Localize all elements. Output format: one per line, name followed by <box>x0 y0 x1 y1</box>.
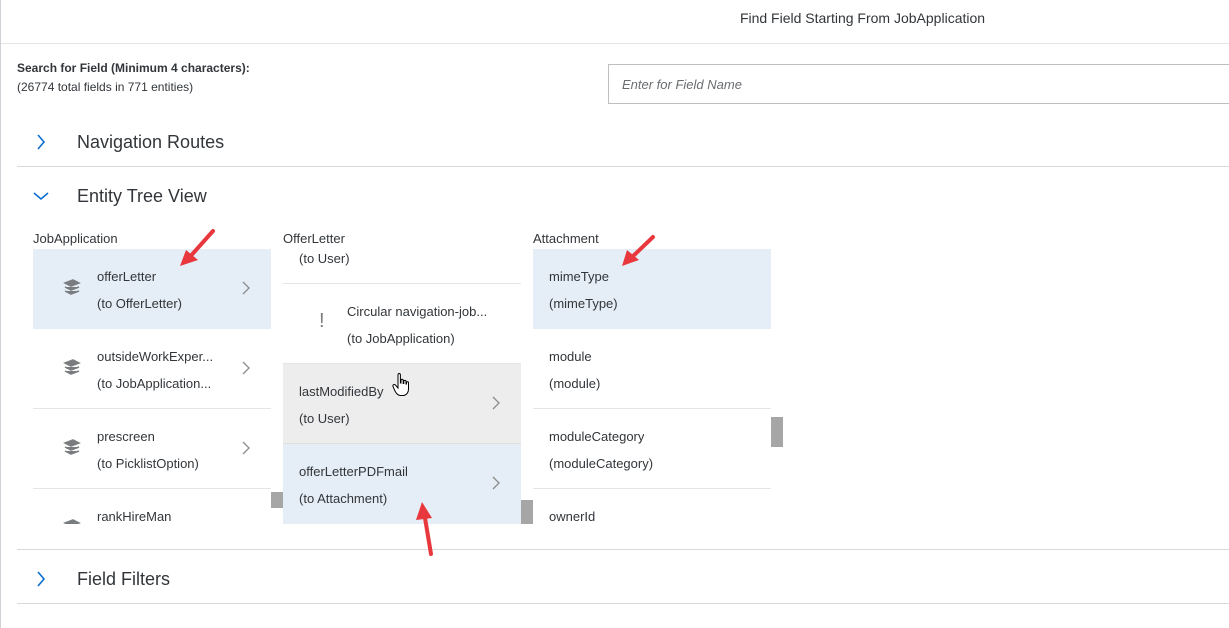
annotation-arrow-icon <box>180 229 215 266</box>
tree-item-name: Circular navigation-job... <box>347 304 488 319</box>
tree-item-name: offerLetter <box>97 269 157 284</box>
chevron-right-icon <box>242 441 250 455</box>
section-divider <box>17 166 1229 167</box>
chevron-down-icon <box>29 181 53 211</box>
chevron-right-icon <box>29 127 53 157</box>
entity-stack-icon <box>63 359 81 375</box>
tree-item-name: outsideWorkExper... <box>97 349 214 364</box>
tree-item-name: moduleCategory <box>549 429 645 444</box>
tree-item-modulecategory[interactable]: moduleCategory (moduleCategory) <box>533 409 771 489</box>
section-title: Navigation Routes <box>77 131 225 152</box>
annotation-arrow-icon <box>416 502 433 556</box>
tree-item-target: (module) <box>549 376 601 391</box>
tree-column-attachment: mimeType (mimeType) module (module) modu… <box>533 249 771 524</box>
section-title: Field Filters <box>77 568 171 589</box>
tree-item-name: offerLetterPDFmail <box>299 464 408 479</box>
chevron-right-icon <box>242 361 250 375</box>
tree-column-jobapplication: offerLetter (to OfferLetter) outsideWork… <box>33 249 271 524</box>
section-divider <box>17 549 1229 550</box>
tree-item-prescreen[interactable]: prescreen (to PicklistOption) <box>33 409 271 489</box>
column-title-attachment: Attachment <box>533 231 599 246</box>
entity-stack-icon <box>63 439 81 455</box>
tree-item-rankhireman[interactable]: rankHireMan <box>33 489 271 524</box>
hand-cursor-icon <box>392 373 409 396</box>
tree-item-target: (to JobApplication... <box>97 376 212 391</box>
column-title-jobapplication: JobApplication <box>33 231 118 246</box>
chevron-right-icon <box>492 476 500 490</box>
tree-item-target: (to User) <box>299 251 350 266</box>
entity-stack-icon <box>63 279 81 295</box>
section-entity-tree-view[interactable]: Entity Tree View <box>17 181 1229 211</box>
tree-item-offerletterpdfmail[interactable]: offerLetterPDFmail (to Attachment) <box>283 444 521 524</box>
chevron-right-icon <box>242 281 250 295</box>
tree-item-target: (to JobApplication) <box>347 331 455 346</box>
search-label: Search for Field (Minimum 4 characters): <box>17 61 250 75</box>
field-search-input[interactable] <box>608 64 1229 104</box>
tree-item-target: (to Attachment) <box>299 491 388 506</box>
tree-item-outsideworkexperience[interactable]: outsideWorkExper... (to JobApplication..… <box>33 329 271 409</box>
tree-item-name: module <box>549 349 592 364</box>
page-title: Find Field Starting From JobApplication <box>739 10 986 26</box>
column-scrollbar-thumb[interactable] <box>271 492 283 508</box>
column-scrollbar-thumb[interactable] <box>771 417 783 447</box>
chevron-right-icon <box>492 396 500 410</box>
window-edge <box>0 0 1 628</box>
section-navigation-routes[interactable]: Navigation Routes <box>17 127 1229 157</box>
column-title-offerletter: OfferLetter <box>283 231 345 246</box>
chevron-right-icon <box>29 564 53 594</box>
tree-item-partial[interactable]: (to User) <box>283 249 521 284</box>
entity-stack-icon <box>63 519 81 524</box>
tree-item-name: mimeType <box>549 269 609 284</box>
section-field-filters[interactable]: Field Filters <box>17 564 1229 594</box>
section-divider <box>17 603 1229 604</box>
tree-item-name: rankHireMan <box>97 509 172 524</box>
tree-item-target: (to OfferLetter) <box>97 296 183 311</box>
tree-item-target: (to User) <box>299 411 350 426</box>
tree-item-module[interactable]: module (module) <box>533 329 771 409</box>
warning-icon: ! <box>319 310 325 332</box>
tree-item-target: (mimeType) <box>549 296 618 311</box>
column-scrollbar-thumb[interactable] <box>521 500 533 524</box>
tree-item-ownerid[interactable]: ownerId <box>533 489 771 524</box>
section-title: Entity Tree View <box>77 185 207 206</box>
search-field-count: (26774 total fields in 771 entities) <box>17 80 194 94</box>
tree-item-offerletter[interactable]: offerLetter (to OfferLetter) <box>33 249 271 329</box>
tree-item-name: ownerId <box>549 509 596 524</box>
tree-item-name: prescreen <box>97 429 155 444</box>
tree-item-target: (moduleCategory) <box>549 456 654 471</box>
annotation-arrow-icon <box>622 235 655 266</box>
header-divider <box>1 43 1229 44</box>
tree-item-target: (to PicklistOption) <box>97 456 199 471</box>
tree-item-name: lastModifiedBy <box>299 384 384 399</box>
tree-item-circular-navigation[interactable]: ! Circular navigation-job... (to JobAppl… <box>283 284 521 364</box>
